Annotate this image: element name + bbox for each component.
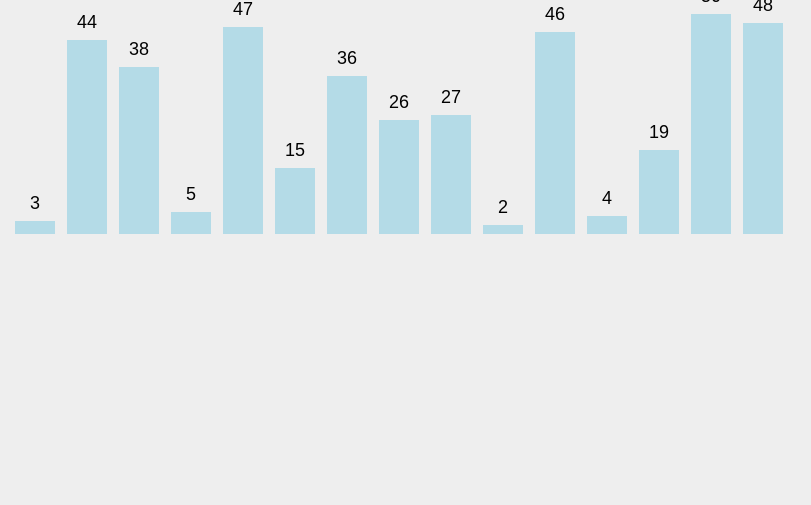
bar-label-9: 2: [483, 197, 523, 218]
bar-label-0: 3: [15, 193, 55, 214]
bar-label-14: 48: [743, 0, 783, 16]
bar-label-1: 44: [67, 12, 107, 33]
bar-11: 4: [587, 216, 627, 234]
bar-13: 50: [691, 14, 731, 234]
bar-6: 36: [327, 76, 367, 234]
bar-label-5: 15: [275, 140, 315, 161]
bar-chart: 34438547153626272464195048: [0, 0, 811, 505]
bar-label-13: 50: [691, 0, 731, 7]
bar-label-6: 36: [327, 48, 367, 69]
bar-label-3: 5: [171, 184, 211, 205]
bar-8: 27: [431, 115, 471, 234]
bar-1: 44: [67, 40, 107, 234]
bar-2: 38: [119, 67, 159, 234]
bar-label-12: 19: [639, 122, 679, 143]
bar-label-4: 47: [223, 0, 263, 20]
bar-14: 48: [743, 23, 783, 234]
bar-label-11: 4: [587, 188, 627, 209]
bar-label-2: 38: [119, 39, 159, 60]
bar-7: 26: [379, 120, 419, 234]
bar-12: 19: [639, 150, 679, 234]
bar-label-8: 27: [431, 87, 471, 108]
bar-label-7: 26: [379, 92, 419, 113]
bar-9: 2: [483, 225, 523, 234]
bar-label-10: 46: [535, 4, 575, 25]
bar-10: 46: [535, 32, 575, 234]
bar-0: 3: [15, 221, 55, 234]
bar-4: 47: [223, 27, 263, 234]
bar-3: 5: [171, 212, 211, 234]
bar-5: 15: [275, 168, 315, 234]
plot-area: 34438547153626272464195048: [15, 0, 796, 234]
